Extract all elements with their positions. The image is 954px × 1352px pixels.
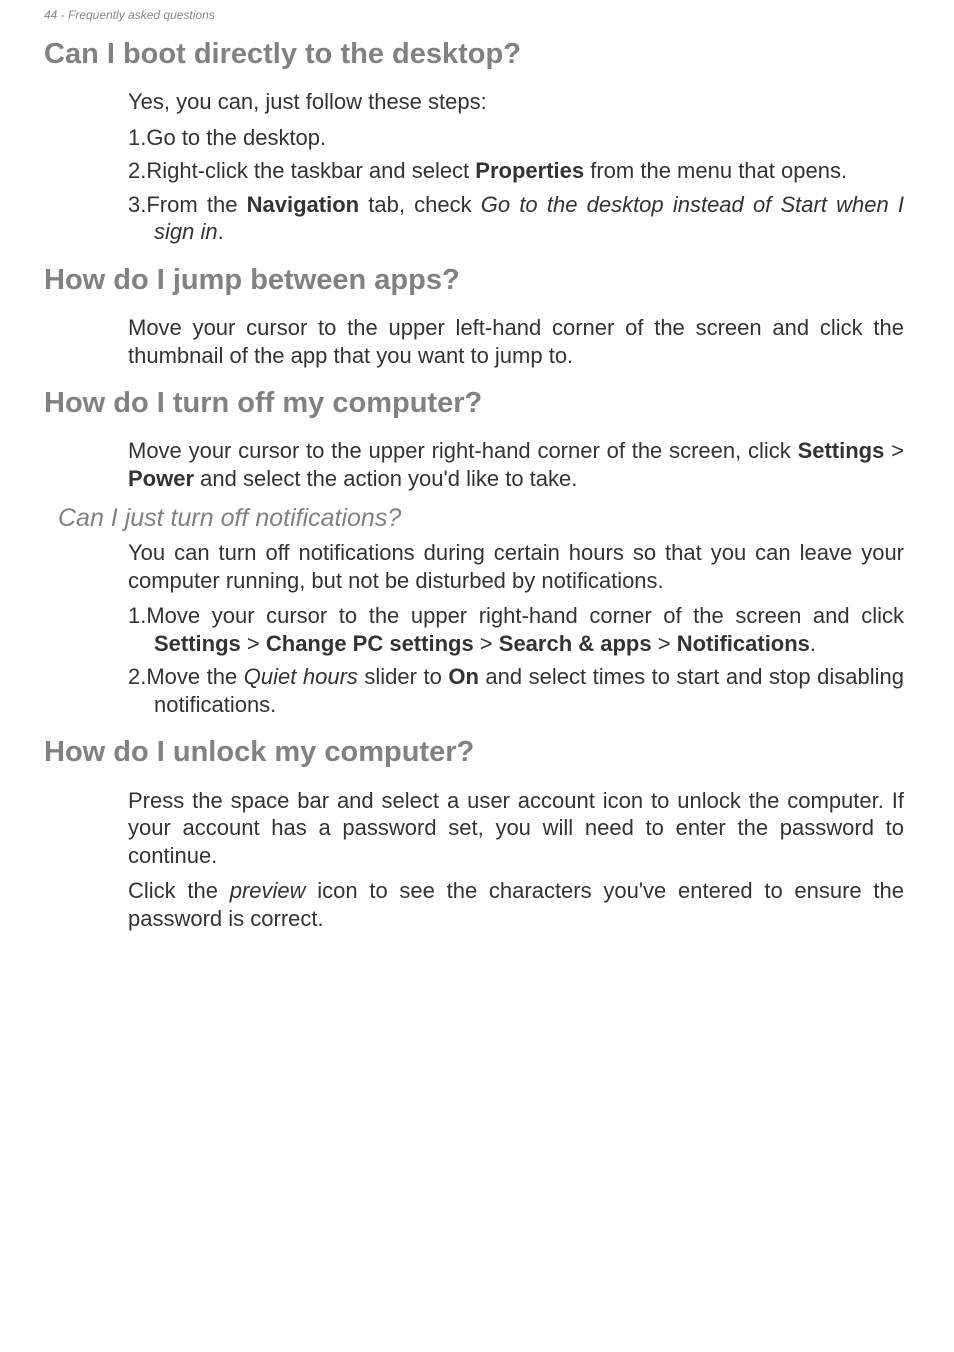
section-boot-desktop-body: Yes, you can, just follow these steps: 1…	[128, 88, 904, 246]
document-page: 44 - Frequently asked questions Can I bo…	[0, 0, 954, 1352]
heading-turn-off: How do I turn off my computer?	[44, 385, 910, 421]
section-notifications-body: You can turn off notifications during ce…	[128, 539, 904, 718]
steps-notifications: 1.Move your cursor to the upper right-ha…	[128, 602, 904, 718]
section-unlock-body: Press the space bar and select a user ac…	[128, 787, 904, 933]
list-item: 2.Move the Quiet hours slider to On and …	[128, 663, 904, 718]
body-paragraph: Click the preview icon to see the charac…	[128, 877, 904, 932]
list-item: 1.Go to the desktop.	[128, 124, 904, 152]
section-turn-off-body: Move your cursor to the upper right-hand…	[128, 437, 904, 492]
heading-unlock: How do I unlock my computer?	[44, 734, 910, 770]
body-paragraph: Move your cursor to the upper left-hand …	[128, 314, 904, 369]
heading-boot-desktop: Can I boot directly to the desktop?	[44, 36, 910, 72]
list-item: 3.From the Navigation tab, check Go to t…	[128, 191, 904, 246]
steps-boot-desktop: 1.Go to the desktop. 2.Right-click the t…	[128, 124, 904, 246]
body-paragraph: Move your cursor to the upper right-hand…	[128, 437, 904, 492]
intro-text: Yes, you can, just follow these steps:	[128, 88, 904, 116]
list-item: 2.Right-click the taskbar and select Pro…	[128, 157, 904, 185]
heading-jump-apps: How do I jump between apps?	[44, 262, 910, 298]
body-paragraph: Press the space bar and select a user ac…	[128, 787, 904, 870]
section-jump-apps-body: Move your cursor to the upper left-hand …	[128, 314, 904, 369]
subheading-notifications: Can I just turn off notifications?	[58, 504, 910, 533]
page-header: 44 - Frequently asked questions	[44, 8, 910, 22]
list-item: 1.Move your cursor to the upper right-ha…	[128, 602, 904, 657]
body-paragraph: You can turn off notifications during ce…	[128, 539, 904, 594]
